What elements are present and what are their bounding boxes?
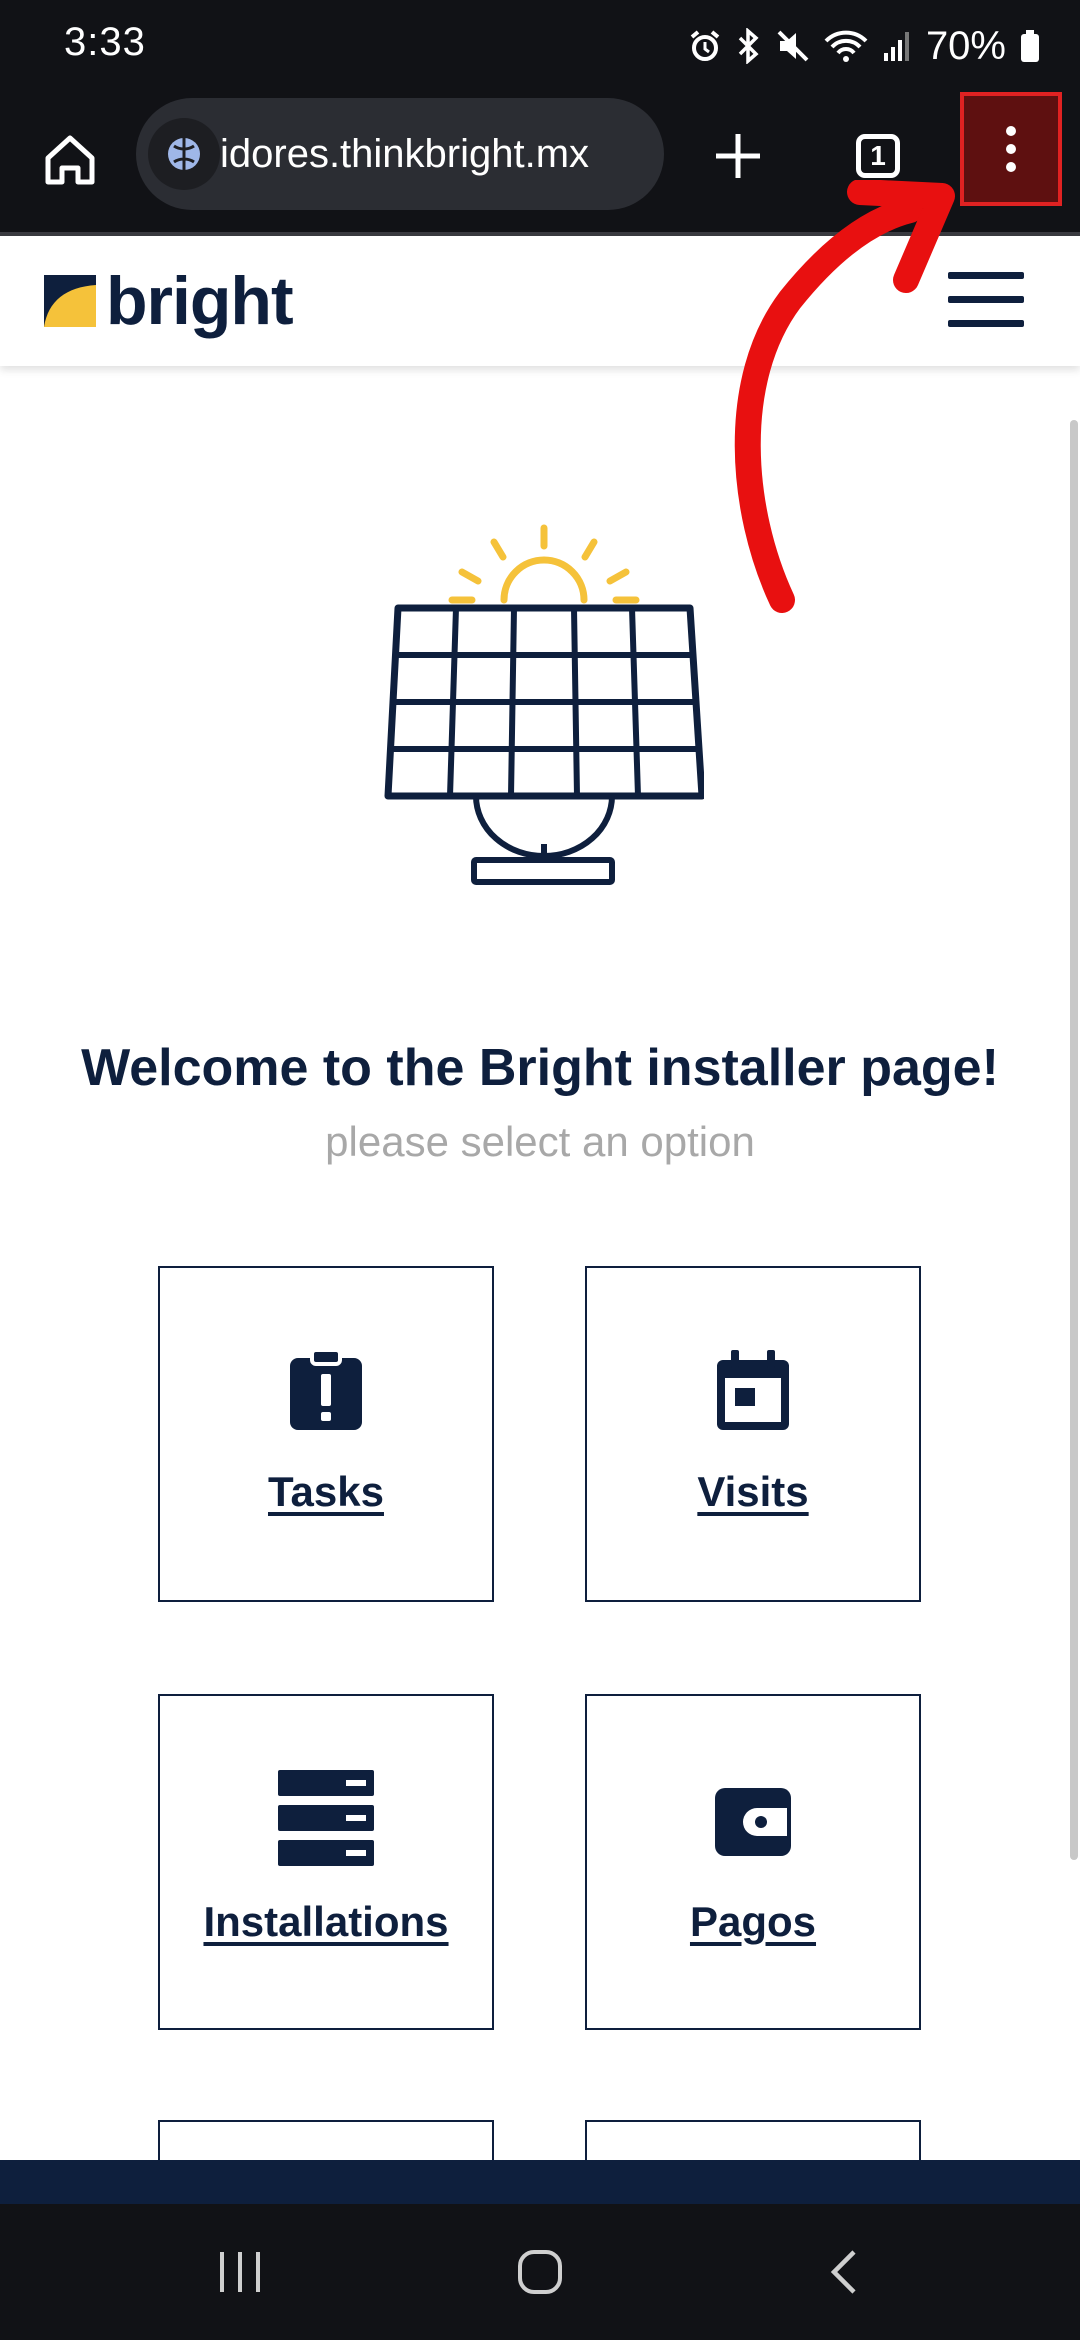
more-vert-icon	[1006, 126, 1016, 172]
back-button[interactable]	[804, 2234, 884, 2310]
site-settings-icon[interactable]	[148, 118, 220, 190]
mute-icon	[776, 29, 810, 63]
status-time: 3:33	[64, 20, 146, 64]
status-bar: 3:33 70%	[0, 0, 1080, 92]
signal-icon	[882, 29, 912, 63]
home-icon	[45, 135, 95, 185]
site-footer	[0, 2160, 1080, 2204]
logo-mark-icon	[44, 275, 96, 327]
installations-card[interactable]: Installations	[158, 1694, 494, 2030]
home-circle-icon	[518, 2250, 562, 2294]
visits-card[interactable]: Visits	[585, 1266, 921, 1602]
back-icon	[830, 2250, 856, 2294]
subtitle: please select an option	[325, 1118, 755, 1165]
server-list-icon	[278, 1770, 374, 1866]
home-button[interactable]	[30, 120, 110, 200]
card-label[interactable]: Tasks	[160, 1468, 492, 1516]
system-nav-bar	[0, 2204, 1080, 2340]
alarm-icon	[688, 29, 722, 63]
bluetooth-icon	[736, 28, 762, 64]
solar-panel-illustration	[384, 524, 704, 885]
tasks-card[interactable]: Tasks	[158, 1266, 494, 1602]
page-scrollbar[interactable]	[1070, 420, 1078, 1860]
card-label[interactable]: Installations	[160, 1898, 492, 1946]
welcome-title: Welcome to the Bright installer page!	[81, 1039, 999, 1097]
red-arrow-annotation	[734, 180, 955, 613]
battery-percent: 70%	[925, 23, 1006, 68]
recents-icon	[220, 2252, 260, 2292]
url-bar[interactable]: idores.thinkbright.mx	[136, 98, 664, 210]
calendar-icon	[717, 1350, 789, 1430]
clipboard-alert-icon	[290, 1348, 362, 1430]
card-label[interactable]: Pagos	[587, 1898, 919, 1946]
url-text[interactable]: idores.thinkbright.mx	[220, 98, 644, 210]
card-label[interactable]: Visits	[587, 1468, 919, 1516]
wifi-icon	[824, 29, 868, 63]
tab-count: 1	[870, 140, 886, 171]
wallet-icon	[715, 1788, 791, 1856]
battery-icon	[1020, 29, 1040, 63]
status-icons: 70%	[688, 18, 1040, 74]
logo-text: bright	[106, 263, 294, 339]
recent-apps-button[interactable]	[200, 2234, 280, 2310]
pagos-card[interactable]: Pagos	[585, 1694, 921, 2030]
bright-logo[interactable]: bright	[44, 263, 294, 339]
tabs-icon: 1	[856, 134, 900, 178]
plus-icon	[716, 134, 760, 178]
home-nav-button[interactable]	[500, 2234, 580, 2310]
